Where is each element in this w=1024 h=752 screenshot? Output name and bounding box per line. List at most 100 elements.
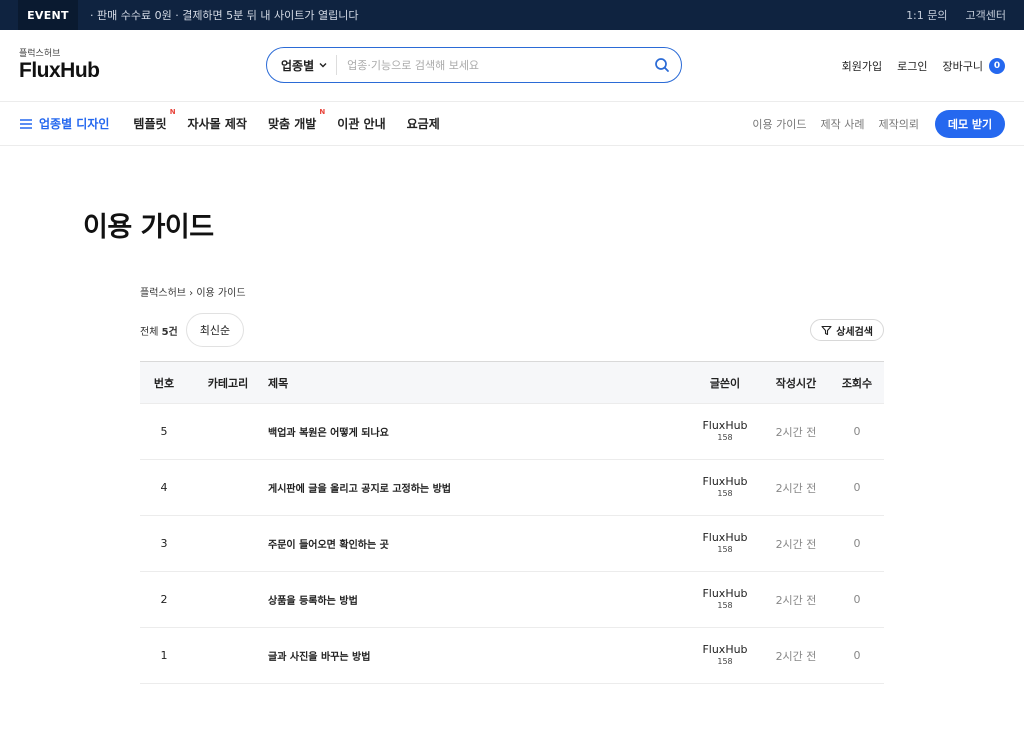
event-tag: EVENT — [18, 0, 78, 30]
table-row[interactable]: 4 게시판에 글을 올리고 공지로 고정하는 방법 FluxHub 158 2시… — [140, 459, 884, 516]
author-name: FluxHub — [702, 586, 748, 600]
post-category — [188, 571, 268, 628]
post-title-link[interactable]: 백업과 복원은 어떻게 되나요 — [268, 403, 688, 460]
nav-item-label: 템플릿 — [133, 117, 167, 131]
post-title-link[interactable]: 글과 사진을 바꾸는 방법 — [268, 627, 688, 684]
search-bar: 업종별 — [266, 47, 682, 83]
header-links: 회원가입 로그인 장바구니 0 — [842, 57, 1005, 74]
table-body: 5 백업과 복원은 어떻게 되나요 FluxHub 158 2시간 전 0 4 … — [140, 403, 884, 684]
signup-link[interactable]: 회원가입 — [842, 58, 882, 74]
filter-button[interactable]: 상세검색 — [810, 319, 884, 341]
site-header: 플럭스허브 FluxHub 업종별 회원가입 로그인 장바구니 0 — [0, 30, 1024, 102]
table-header: 번호 카테고리 제목 글쓴이 작성시간 조회수 — [140, 361, 884, 404]
portfolio-link[interactable]: 제작 사례 — [821, 116, 865, 132]
nav-item-label: 이관 안내 — [337, 117, 386, 131]
post-views: 0 — [830, 627, 884, 684]
author-id: 158 — [717, 432, 733, 442]
list-toolbar: 전체 5건 최신순 상세검색 — [140, 313, 884, 347]
table-row[interactable]: 3 주문이 들어오면 확인하는 곳 FluxHub 158 2시간 전 0 — [140, 515, 884, 572]
post-number: 4 — [140, 459, 188, 516]
search-category-select[interactable]: 업종별 — [267, 55, 338, 75]
post-time: 2시간 전 — [762, 459, 830, 516]
post-views: 0 — [830, 571, 884, 628]
post-title-link[interactable]: 게시판에 글을 올리고 공지로 고정하는 방법 — [268, 459, 688, 516]
nav-right-links: 이용 가이드 제작 사례 제작의뢰 데모 받기 — [752, 109, 1005, 138]
logo-wordmark: FluxHub — [19, 59, 100, 82]
post-title-link[interactable]: 상품을 등록하는 방법 — [268, 571, 688, 628]
post-author: FluxHub 158 — [688, 403, 762, 460]
author-id: 158 — [717, 544, 733, 554]
total-count-prefix: 전체 — [140, 326, 162, 338]
column-header-views: 조회수 — [830, 361, 884, 404]
table-row[interactable]: 1 글과 사진을 바꾸는 방법 FluxHub 158 2시간 전 0 — [140, 627, 884, 684]
nav-item-templates[interactable]: 템플릿 N — [133, 108, 175, 132]
cart-link[interactable]: 장바구니 0 — [942, 57, 1005, 74]
post-author: FluxHub 158 — [688, 459, 762, 516]
breadcrumb: 플럭스허브 › 이용 가이드 — [140, 288, 246, 299]
new-badge: N — [319, 108, 326, 116]
logo[interactable]: 플럭스허브 FluxHub — [19, 49, 100, 82]
table-row[interactable]: 2 상품을 등록하는 방법 FluxHub 158 2시간 전 0 — [140, 571, 884, 628]
post-author: FluxHub 158 — [688, 627, 762, 684]
post-number: 5 — [140, 403, 188, 460]
inquiry-link[interactable]: 1:1 문의 — [906, 7, 947, 23]
post-author: FluxHub 158 — [688, 571, 762, 628]
category-menu-button[interactable]: 업종별 디자인 — [20, 115, 109, 132]
customer-center-link[interactable]: 고객센터 — [966, 7, 1006, 23]
cart-count-badge: 0 — [989, 57, 1005, 74]
post-views: 0 — [830, 515, 884, 572]
post-time: 2시간 전 — [762, 571, 830, 628]
post-number: 3 — [140, 515, 188, 572]
main-nav: 업종별 디자인 템플릿 N 자사몰 제작 맞춤 개발 N 이관 안내 요금제 이… — [0, 102, 1024, 146]
event-text[interactable]: · 판매 수수료 0원 · 결제하면 5분 뒤 내 사이트가 열립니다 — [90, 7, 358, 23]
chevron-down-icon — [319, 63, 327, 68]
post-category — [188, 459, 268, 516]
author-id: 158 — [717, 600, 733, 610]
nav-item-label: 맞춤 개발 — [267, 117, 317, 131]
post-category — [188, 515, 268, 572]
author-name: FluxHub — [702, 642, 748, 656]
total-count: 전체 5건 — [140, 323, 178, 338]
demo-button[interactable]: 데모 받기 — [935, 109, 1005, 138]
cart-label: 장바구니 — [942, 59, 983, 73]
nav-item-own-mall[interactable]: 자사몰 제작 — [188, 115, 247, 132]
page-title: 이용 가이드 — [83, 212, 214, 243]
login-link[interactable]: 로그인 — [897, 58, 927, 74]
filter-label: 상세검색 — [836, 326, 873, 338]
author-name: FluxHub — [702, 418, 748, 432]
post-category — [188, 403, 268, 460]
event-bar: EVENT · 판매 수수료 0원 · 결제하면 5분 뒤 내 사이트가 열립니… — [0, 0, 1024, 30]
post-views: 0 — [830, 403, 884, 460]
nav-item-migration[interactable]: 이관 안내 — [337, 115, 385, 132]
post-number: 1 — [140, 627, 188, 684]
table-row[interactable]: 5 백업과 복원은 어떻게 되나요 FluxHub 158 2시간 전 0 — [140, 403, 884, 460]
post-number: 2 — [140, 571, 188, 628]
search-icon — [655, 58, 669, 72]
search-button[interactable] — [647, 50, 677, 80]
filter-icon — [821, 325, 832, 335]
post-time: 2시간 전 — [762, 515, 830, 572]
search-input[interactable] — [337, 58, 647, 72]
nav-item-pricing[interactable]: 요금제 — [407, 115, 440, 132]
column-header-author: 글쓴이 — [688, 361, 762, 404]
nav-item-label: 요금제 — [406, 117, 440, 131]
new-badge: N — [169, 108, 176, 116]
nav-item-custom-dev[interactable]: 맞춤 개발 N — [267, 108, 325, 132]
guide-table: 번호 카테고리 제목 글쓴이 작성시간 조회수 5 백업과 복원은 어떻게 되나… — [140, 361, 884, 684]
top-links: 1:1 문의 고객센터 — [906, 7, 1006, 23]
author-name: FluxHub — [702, 474, 748, 488]
total-count-value: 5건 — [161, 326, 178, 338]
column-header-time: 작성시간 — [762, 361, 830, 404]
post-title-link[interactable]: 주문이 들어오면 확인하는 곳 — [268, 515, 688, 572]
request-link[interactable]: 제작의뢰 — [879, 116, 919, 132]
board-content: 플럭스허브 › 이용 가이드 전체 5건 최신순 상세검색 번호 카테고리 제목… — [140, 284, 884, 684]
sort-button[interactable]: 최신순 — [185, 313, 245, 347]
column-header-category: 카테고리 — [188, 361, 268, 404]
column-header-number: 번호 — [140, 361, 188, 404]
author-name: FluxHub — [702, 530, 748, 544]
post-author: FluxHub 158 — [688, 515, 762, 572]
post-category — [188, 627, 268, 684]
author-id: 158 — [717, 656, 733, 666]
guide-link[interactable]: 이용 가이드 — [752, 116, 806, 132]
nav-items: 템플릿 N 자사몰 제작 맞춤 개발 N 이관 안내 요금제 — [133, 108, 440, 132]
